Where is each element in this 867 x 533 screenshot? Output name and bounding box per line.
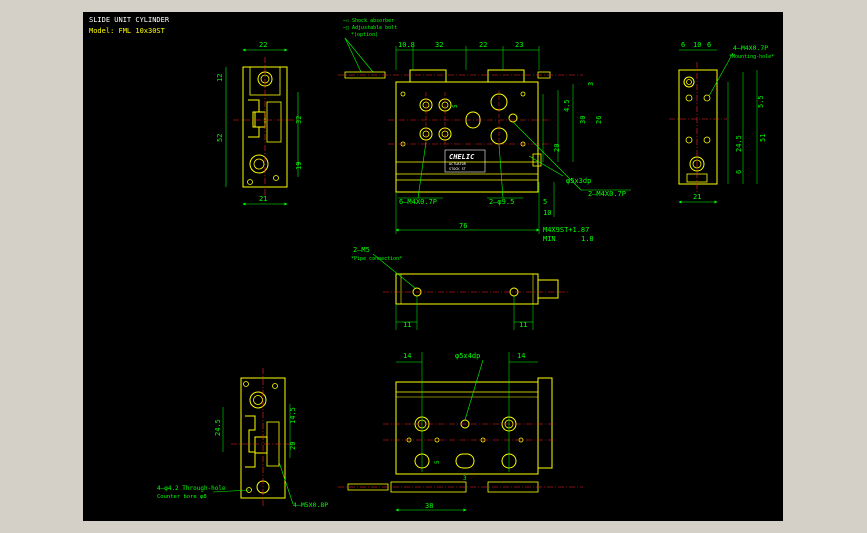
- dim-front-4-5: 4.5: [563, 99, 571, 112]
- dim-right-6: 6: [681, 41, 685, 49]
- callout-phi9-5: 2—φ9.5: [489, 198, 514, 206]
- callout-counter-bore: Counter bore φ8: [157, 494, 207, 500]
- dim-left-52: 52: [216, 134, 224, 142]
- dim-bot-38: 38: [425, 502, 433, 510]
- callout-phi5x4dp: φ5x4dp: [455, 352, 480, 360]
- dim-front-32: 32: [435, 41, 443, 49]
- dim-front-5: 5: [452, 104, 459, 108]
- dim-bl-14-5: 14.5: [289, 407, 297, 424]
- dim-left-12: 12: [216, 74, 224, 82]
- callout-min-value: 1.8: [581, 235, 594, 243]
- callout-min: MIN: [543, 235, 556, 243]
- callout-phi5x3dp: φ5x3dp: [566, 177, 591, 185]
- callout-mounting-hole: *Mounting-hole*: [729, 54, 774, 60]
- nameplate-line2: STOCK ST: [449, 167, 467, 171]
- dim-front-23: 23: [515, 41, 523, 49]
- drawing-canvas[interactable]: SLIDE UNIT CYLINDER Model: FML 10x30ST —…: [83, 12, 783, 521]
- dim-bot-14b: 14: [517, 352, 525, 360]
- callout-m4x0-7p-6: 6—M4X0.7P: [399, 198, 437, 206]
- callout-m4x9st: M4X9ST+1.87: [543, 226, 589, 234]
- callout-m5x0-8p: 4—M5X0.8P: [293, 501, 328, 509]
- dim-front-5b: 5: [543, 198, 547, 206]
- dim-right-6c: 6: [735, 170, 743, 174]
- dim-right-21: 21: [693, 193, 701, 201]
- dim-bl-20: 20: [289, 442, 297, 450]
- dim-left-21: 21: [259, 195, 267, 203]
- dim-right-24-5: 24.5: [735, 135, 743, 152]
- legend-adjustable-bolt: —□ Adjustable bolt: [343, 25, 397, 31]
- dim-bot-3: 3: [463, 475, 467, 482]
- nameplate-line1: ACTUATOR: [449, 162, 467, 166]
- legend-shock-absorber: —▫ Shock absorber: [343, 18, 394, 24]
- dim-front-30: 30: [579, 116, 587, 124]
- dim-front-20: 20: [553, 144, 561, 152]
- dim-mid-11a: 11: [403, 321, 411, 329]
- bottom-left-view: 24.5 14.5 20 4—φ4.2 Through-hole Counter…: [157, 368, 328, 509]
- dim-left-22: 22: [259, 41, 267, 49]
- dim-bot-5: 5: [434, 460, 441, 464]
- nameplate-brand: CHELIC: [449, 153, 475, 161]
- legend-option: *(option): [351, 32, 378, 38]
- dim-right-10: 10: [693, 41, 701, 49]
- callout-m4x0-7p-top: 4—M4X0.7P: [733, 44, 768, 52]
- bottom-top-view: 14 14 φ5x4dp 38 5 3: [338, 352, 583, 512]
- left-side-view: 22 12 52 32 19 21: [216, 41, 303, 206]
- front-view: CHELIC ACTUATOR STOCK ST 10.8 32 22 23 3…: [338, 41, 631, 243]
- dim-front-3: 3: [587, 82, 595, 86]
- model-label: Model: FML 10x30ST: [89, 27, 166, 35]
- drawing-title: SLIDE UNIT CYLINDER: [89, 16, 170, 24]
- dim-bot-14a: 14: [403, 352, 411, 360]
- dim-front-10: 10: [543, 209, 551, 217]
- dim-right-5-5: 5.5: [757, 95, 765, 108]
- right-side-view: 6 10 6 4—M4X0.7P *Mounting-hole* 5.5 24.…: [669, 41, 774, 204]
- dim-mid-11b: 11: [519, 321, 527, 329]
- dim-front-26: 26: [595, 116, 603, 124]
- bottom-plan-view: 2—M5 *Pipe connection* 11 11: [351, 246, 568, 330]
- cad-drawing: SLIDE UNIT CYLINDER Model: FML 10x30ST —…: [89, 16, 774, 512]
- dim-front-76: 76: [459, 222, 467, 230]
- callout-m5: 2—M5: [353, 246, 370, 254]
- dim-left-19: 19: [295, 162, 303, 170]
- dim-left-32: 32: [295, 116, 303, 124]
- title-block: SLIDE UNIT CYLINDER Model: FML 10x30ST: [89, 16, 170, 35]
- legend: —▫ Shock absorber —□ Adjustable bolt *(o…: [343, 18, 397, 73]
- dim-bl-24-5: 24.5: [214, 419, 222, 436]
- dim-front-22: 22: [479, 41, 487, 49]
- dim-right-6b: 6: [707, 41, 711, 49]
- dim-right-51: 51: [759, 134, 767, 142]
- dim-front-10-8: 10.8: [398, 41, 415, 49]
- callout-through-hole: 4—φ4.2 Through-hole: [157, 485, 226, 492]
- callout-m4x0-7p-2: 2—M4X0.7P: [588, 190, 626, 198]
